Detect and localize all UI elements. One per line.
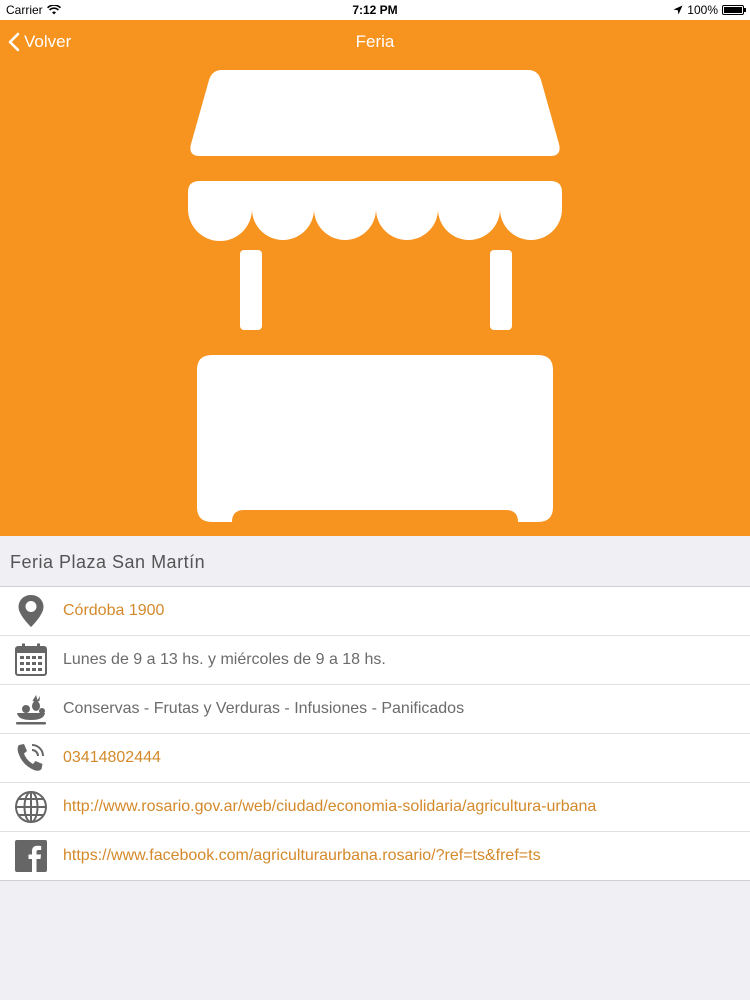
address-link[interactable]: Córdoba 1900: [63, 602, 164, 620]
facebook-row[interactable]: https://www.facebook.com/agriculturaurba…: [0, 831, 750, 880]
back-button[interactable]: Volver: [8, 20, 71, 64]
location-pin-icon: [18, 595, 44, 627]
schedule-row: Lunes de 9 a 13 hs. y miércoles de 9 a 1…: [0, 635, 750, 684]
section-header: Feria Plaza San Martín: [0, 536, 750, 586]
website-row[interactable]: http://www.rosario.gov.ar/web/ciudad/eco…: [0, 782, 750, 831]
globe-icon: [15, 791, 47, 823]
products-text: Conservas - Frutas y Verduras - Infusion…: [63, 700, 465, 717]
navigation-bar: Volver Feria: [0, 20, 750, 64]
market-name: Feria Plaza San Martín: [10, 552, 206, 572]
hero-banner: [0, 64, 750, 536]
back-label: Volver: [24, 32, 72, 51]
website-link[interactable]: http://www.rosario.gov.ar/web/ciudad/eco…: [63, 798, 596, 816]
details-list: Córdoba 1900 Lunes de 9 a 13 hs. y miérc…: [0, 586, 750, 881]
address-row[interactable]: Córdoba 1900: [0, 586, 750, 635]
calendar-icon: [15, 643, 47, 676]
battery-percentage: 100%: [687, 3, 718, 17]
phone-link[interactable]: 03414802444: [63, 749, 161, 767]
location-arrow-icon: [673, 5, 683, 15]
chevron-left-icon: [8, 32, 20, 52]
produce-basket-icon: [16, 695, 46, 725]
battery-icon: [722, 5, 746, 15]
products-row: Conservas - Frutas y Verduras - Infusion…: [0, 684, 750, 733]
facebook-link[interactable]: https://www.facebook.com/agriculturaurba…: [63, 847, 541, 865]
page-title: Feria: [355, 32, 395, 51]
phone-row[interactable]: 03414802444: [0, 733, 750, 782]
facebook-icon: [15, 840, 47, 872]
phone-icon: [17, 744, 44, 771]
market-stall-icon: [188, 70, 562, 522]
schedule-text: Lunes de 9 a 13 hs. y miércoles de 9 a 1…: [63, 651, 386, 668]
status-bar: Carrier 7:12 PM 100%: [0, 0, 750, 20]
status-time: 7:12 PM: [352, 3, 398, 17]
